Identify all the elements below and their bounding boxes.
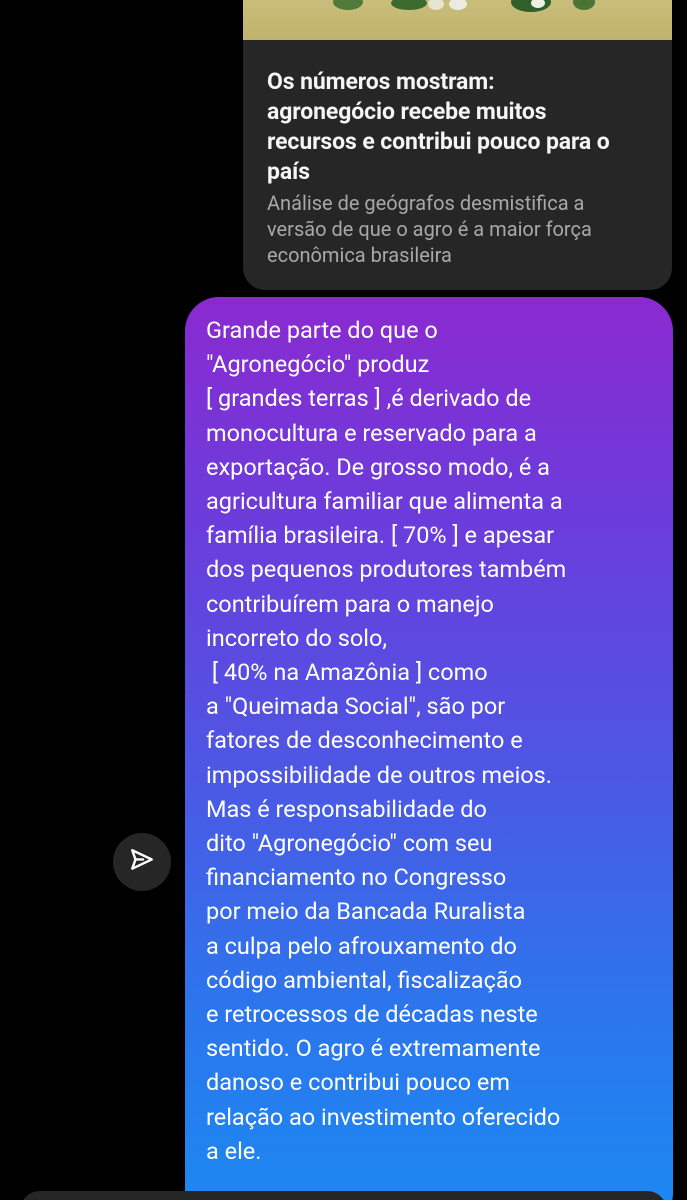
post-thumbnail[interactable] [243,0,672,40]
post-title[interactable]: Os números mostram: agronegócio recebe m… [267,67,659,187]
chat-screen: Os números mostram: agronegócio recebe m… [0,0,687,1200]
message-composer[interactable] [20,1191,667,1200]
share-button[interactable] [113,833,171,891]
shared-post-card[interactable]: Os números mostram: agronegócio recebe m… [243,0,672,290]
post-description: Análise de geógrafos desmistifica a vers… [267,191,592,267]
message-text: Grande parte do que o "Agronegócio" prod… [206,316,567,1165]
paper-plane-icon [129,847,155,877]
